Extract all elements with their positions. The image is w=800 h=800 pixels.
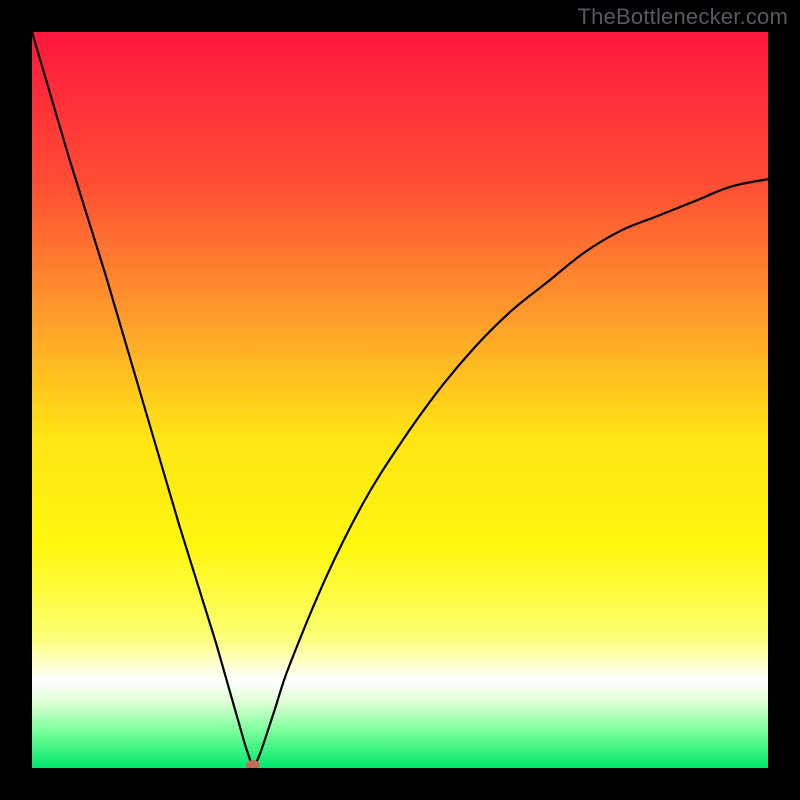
bottleneck-chart xyxy=(32,32,768,768)
watermark-label: TheBottlenecker.com xyxy=(578,4,788,30)
chart-frame: TheBottlenecker.com xyxy=(0,0,800,800)
plot-area xyxy=(32,32,768,768)
